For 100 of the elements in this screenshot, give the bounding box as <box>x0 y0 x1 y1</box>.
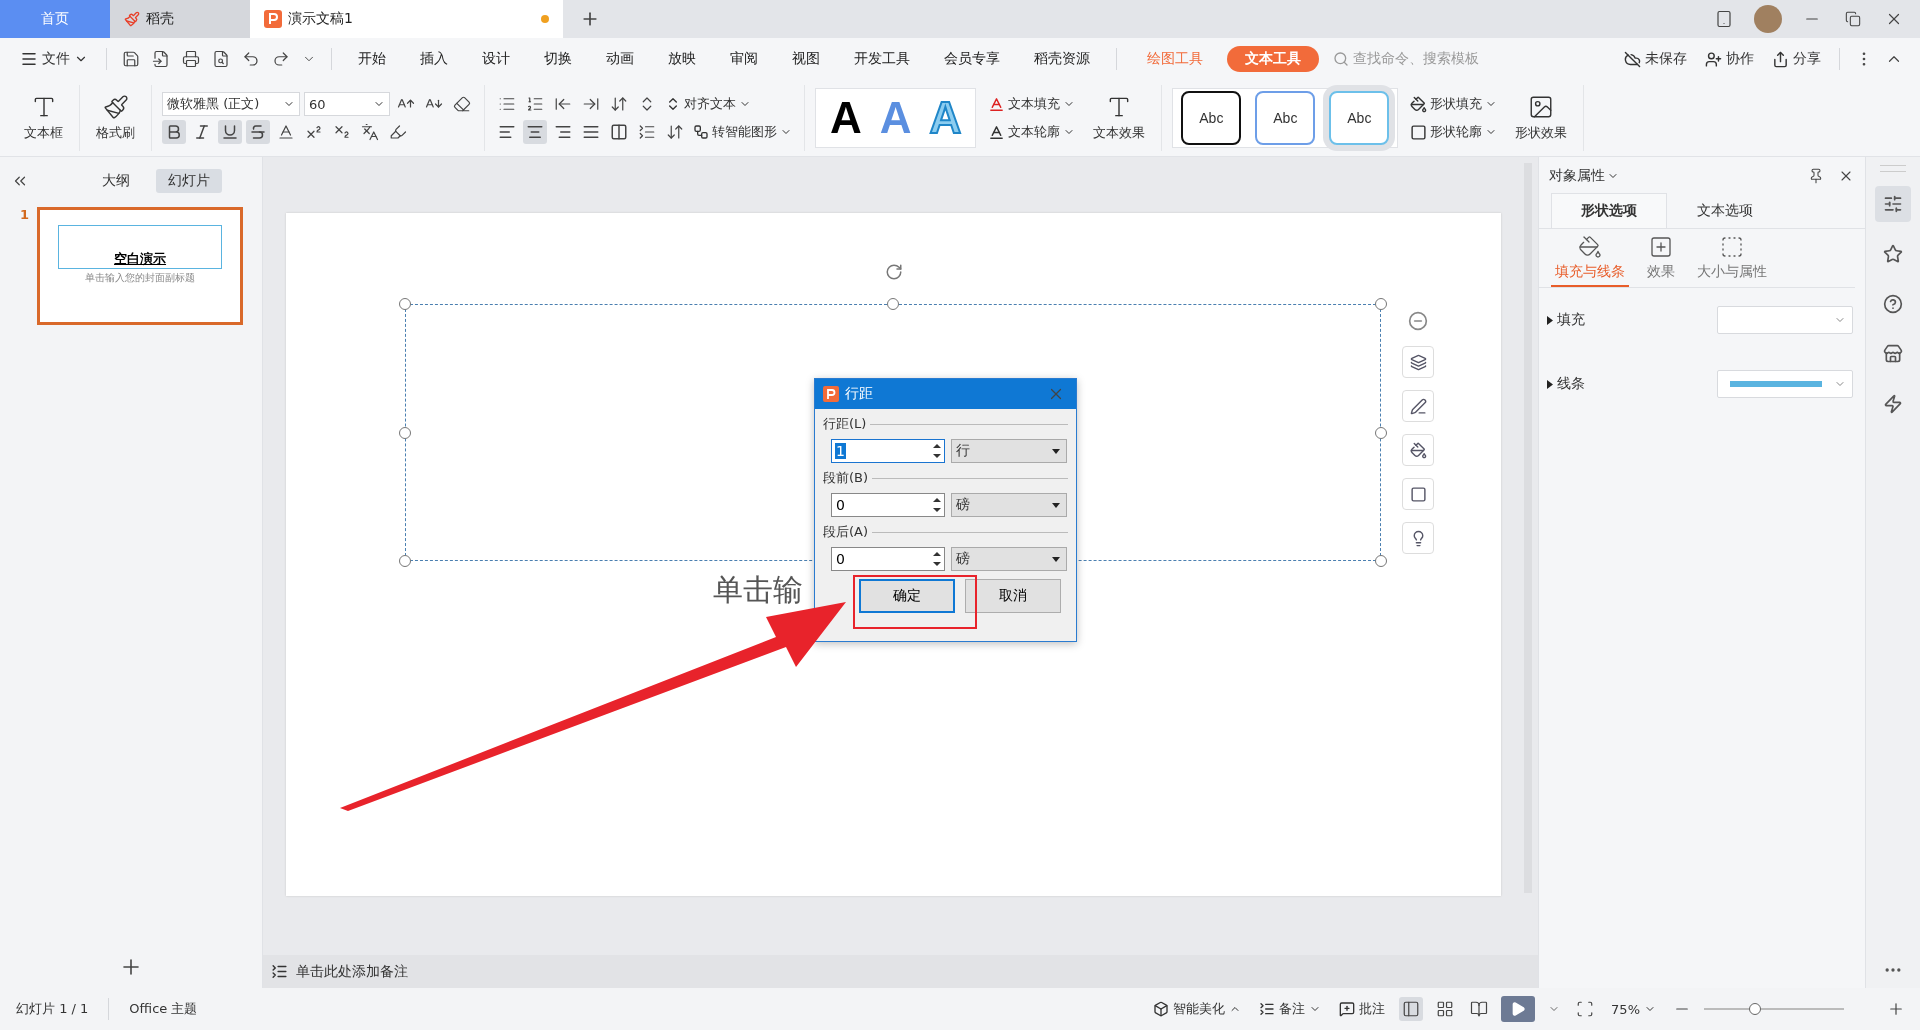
underline-icon[interactable] <box>218 120 242 144</box>
font-select[interactable]: 微软雅黑 (正文) <box>162 92 300 116</box>
smart-art-button[interactable]: 转智能图形 <box>691 121 794 143</box>
notes-field[interactable]: 单击此处添加备注 <box>263 955 1538 988</box>
document-tab[interactable]: 演示文稿1 <box>250 0 563 38</box>
text-outline-button[interactable]: 文本轮廓 <box>986 121 1078 143</box>
zoom-select[interactable]: 75% <box>1607 999 1660 1019</box>
comment-icon <box>1339 1001 1356 1017</box>
shape-outline-button[interactable]: 形状轮廓 <box>1408 121 1500 143</box>
font-size-select[interactable]: 60 <box>304 92 390 116</box>
normal-view-icon[interactable] <box>1399 997 1424 1021</box>
panel-tab[interactable]: 幻灯片 <box>156 169 222 193</box>
lightbulb-icon[interactable] <box>1402 522 1434 554</box>
docer-logo-icon <box>124 11 140 27</box>
panel-title[interactable]: 对象属性 <box>1549 167 1619 185</box>
resize-handle[interactable] <box>887 298 899 310</box>
menu-tab[interactable]: 视图 <box>778 46 834 72</box>
slide-number: 1 <box>20 207 30 224</box>
shape-fill-button[interactable]: 形状填充 <box>1408 93 1500 115</box>
shape-effect-button[interactable]: 形状效果 <box>1509 94 1574 142</box>
fill-icon[interactable] <box>1402 434 1434 466</box>
slide-counter: 幻灯片 1 / 1 <box>15 1000 90 1018</box>
notes-icon <box>1259 1001 1276 1017</box>
pen-icon[interactable] <box>1402 390 1434 422</box>
presentation-logo-icon <box>823 386 839 402</box>
layers-icon[interactable] <box>1402 346 1434 378</box>
menu-tab[interactable]: 会员专享 <box>930 46 1014 72</box>
unit-select[interactable]: 磅 <box>951 493 1067 517</box>
dialog-button[interactable]: 取消 <box>965 579 1061 613</box>
header-action[interactable]: 未保存 <box>1618 50 1693 68</box>
avatar[interactable] <box>1754 5 1782 33</box>
resize-handle[interactable] <box>399 426 411 439</box>
section-label: 行距(L) <box>823 415 867 433</box>
align-text-button[interactable]: 对齐文本 <box>663 93 753 115</box>
text-outline-icon <box>988 123 1006 141</box>
notes-button[interactable]: 备注 <box>1255 998 1326 1020</box>
add-user-icon <box>1705 50 1722 68</box>
menu-tab[interactable]: 插入 <box>406 46 462 72</box>
resize-handle[interactable] <box>399 555 411 567</box>
rotate-handle-icon[interactable] <box>885 263 903 281</box>
number-field[interactable]: 0 <box>831 547 945 571</box>
diagram-icon <box>693 124 709 140</box>
slide-thumbnail[interactable]: 空白演示 单击输入您的封面副标题 <box>37 207 244 325</box>
bold-icon[interactable] <box>162 120 186 144</box>
play-button[interactable] <box>1501 996 1536 1022</box>
unit-select[interactable]: 行 <box>951 439 1067 463</box>
panel-tab[interactable]: 文本选项 <box>1667 193 1783 228</box>
header-action[interactable]: 协作 <box>1699 50 1760 68</box>
strike-icon[interactable] <box>246 120 270 144</box>
number-field[interactable]: 1 <box>831 439 945 463</box>
menu-icon <box>20 50 38 68</box>
text-style-preview[interactable]: A <box>830 93 862 143</box>
caret-icon <box>1052 502 1060 508</box>
search-icon <box>1333 51 1349 67</box>
textbox-button[interactable]: 文本框 <box>18 94 69 142</box>
menu-tab[interactable]: 切换 <box>530 46 586 72</box>
outline-icon[interactable] <box>1402 478 1434 510</box>
file-menu[interactable]: 文件 <box>14 50 94 68</box>
menu-tab[interactable]: 稻壳资源 <box>1020 46 1104 72</box>
zoom-thumb[interactable] <box>1748 1003 1761 1015</box>
menu-tab[interactable]: 设计 <box>468 46 524 72</box>
format-painter-button[interactable]: 格式刷 <box>90 94 141 142</box>
dashed-square-icon <box>1720 235 1744 259</box>
expand-triangle-icon <box>1547 379 1553 389</box>
drag-grip[interactable] <box>1880 165 1906 172</box>
number-field[interactable]: 0 <box>831 493 945 517</box>
options-tab[interactable]: 效果 <box>1643 229 1679 287</box>
panel-tab[interactable]: 大纲 <box>90 169 142 193</box>
menu-tab[interactable]: 开始 <box>344 46 400 72</box>
theme-name[interactable]: Office 主题 <box>125 998 202 1020</box>
square-icon <box>1410 123 1428 141</box>
text-effect-button[interactable]: 文本效果 <box>1087 94 1152 142</box>
resize-handle[interactable] <box>1375 555 1387 567</box>
notes-icon <box>271 963 288 980</box>
section-label: 段前(B) <box>823 469 869 487</box>
dialog-button[interactable]: 确定 <box>859 579 955 613</box>
text-fill-button[interactable]: 文本填充 <box>986 93 1078 115</box>
comments-button[interactable]: 批注 <box>1335 998 1390 1020</box>
resize-handle[interactable] <box>1375 426 1387 439</box>
document-tab[interactable]: 稻壳 <box>110 0 250 38</box>
properties-icon[interactable] <box>1875 186 1911 222</box>
options-tab[interactable]: 大小与属性 <box>1693 229 1771 287</box>
resize-handle[interactable] <box>1375 298 1387 310</box>
menu-tab[interactable]: 开发工具 <box>840 46 924 72</box>
paint-bucket-icon <box>1578 235 1602 259</box>
shape-style-preview[interactable]: Abc <box>1181 91 1242 145</box>
property-toggle[interactable]: 填充 <box>1547 311 1585 329</box>
menu-tab[interactable]: 放映 <box>654 46 710 72</box>
unit-select[interactable]: 磅 <box>951 547 1067 571</box>
shape-style-preview[interactable]: Abc <box>1255 91 1316 145</box>
property-toggle[interactable]: 线条 <box>1547 375 1585 393</box>
menu-tab[interactable]: 动画 <box>592 46 648 72</box>
section-label: 段后(A) <box>823 523 869 541</box>
menu-tab[interactable]: 审阅 <box>716 46 772 72</box>
align-center-icon[interactable] <box>523 120 547 144</box>
panel-tab[interactable]: 形状选项 <box>1551 193 1667 228</box>
beautify-button[interactable]: 智能美化 <box>1149 998 1246 1020</box>
header-action[interactable]: 分享 <box>1766 50 1827 68</box>
resize-handle[interactable] <box>399 298 411 310</box>
share-icon <box>1772 50 1789 68</box>
